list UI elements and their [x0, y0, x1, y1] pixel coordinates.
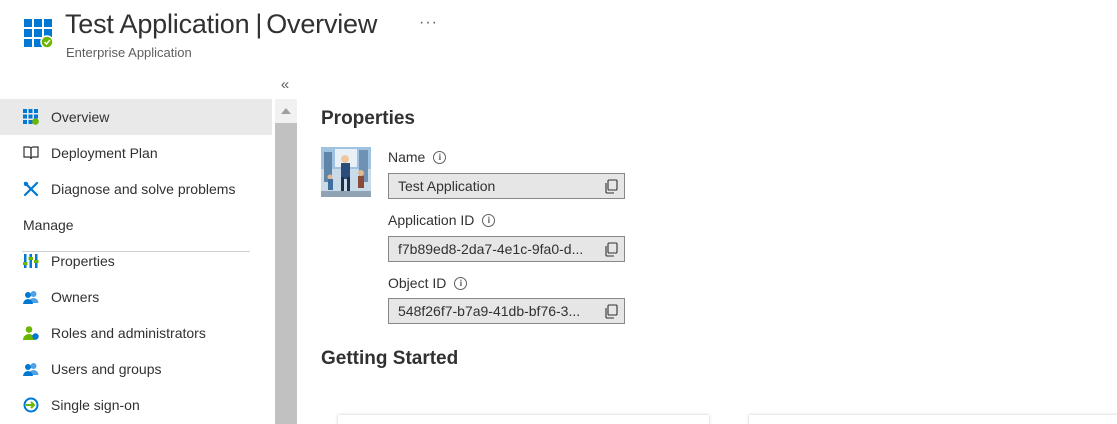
name-field[interactable]: Test Application: [388, 173, 625, 199]
name-label: Name i: [388, 149, 447, 165]
sidebar-item-label: Deployment Plan: [51, 145, 158, 161]
info-icon[interactable]: i: [433, 150, 447, 164]
app-name: Test Application: [65, 9, 250, 39]
sidebar-item-label: Users and groups: [51, 361, 162, 377]
users-groups-icon: [22, 360, 40, 378]
application-id-field[interactable]: f7b89ed8-2da7-4e1c-9fa0-d...: [388, 236, 625, 262]
field-label-text: Object ID: [388, 275, 447, 291]
page-title: Test Application | Overview: [65, 9, 377, 40]
object-id-label: Object ID i: [388, 275, 468, 291]
application-id-label: Application ID i: [388, 212, 496, 228]
getting-started-card[interactable]: [749, 415, 1117, 424]
sidebar-item-owners[interactable]: Owners: [0, 279, 272, 315]
sidebar-item-label: Single sign-on: [51, 397, 140, 413]
manage-section-header: Manage: [23, 217, 74, 233]
object-id-field[interactable]: 548f26f7-b7a9-41db-bf76-3...: [388, 298, 625, 324]
object-id-value: 548f26f7-b7a9-41db-bf76-3...: [398, 303, 581, 319]
section-name: Overview: [266, 9, 378, 39]
sidebar-item-label: Properties: [51, 253, 115, 269]
field-label-text: Application ID: [388, 212, 475, 228]
wrench-icon: [22, 180, 40, 198]
application-id-value: f7b89ed8-2da7-4e1c-9fa0-d...: [398, 241, 584, 257]
enterprise-app-icon: [24, 19, 54, 49]
sidebar-item-overview[interactable]: Overview: [0, 99, 272, 135]
application-logo: [321, 147, 371, 197]
book-icon: [22, 144, 40, 162]
main-content: Properties Name i Test Application Appli…: [297, 99, 1117, 424]
field-label-text: Name: [388, 149, 426, 165]
sidebar-item-diagnose[interactable]: Diagnose and solve problems: [0, 171, 272, 207]
sidebar-item-label: Overview: [51, 109, 110, 125]
roles-icon: [22, 324, 40, 342]
properties-heading: Properties: [321, 108, 415, 129]
sidebar-item-properties[interactable]: Properties: [0, 243, 272, 279]
enterprise-app-overview-page: Test Application | Overview ··· Enterprise…: [0, 0, 1117, 424]
sidebar-item-label: Roles and administrators: [51, 325, 206, 341]
sidebar-item-users-groups[interactable]: Users and groups: [0, 351, 272, 387]
sso-icon: [22, 396, 40, 414]
sidebar-item-deployment-plan[interactable]: Deployment Plan: [0, 135, 272, 171]
info-icon[interactable]: i: [454, 276, 468, 290]
copy-icon[interactable]: [604, 304, 618, 319]
owners-icon: [22, 288, 40, 306]
grid-app-icon: [22, 108, 40, 126]
page-subtitle: Enterprise Application: [66, 45, 192, 60]
sidebar-item-roles[interactable]: Roles and administrators: [0, 315, 272, 351]
name-value: Test Application: [398, 178, 496, 194]
copy-icon[interactable]: [604, 179, 618, 194]
collapse-sidebar-button[interactable]: «: [276, 76, 294, 94]
sidebar-item-sso[interactable]: Single sign-on: [0, 387, 272, 423]
scroll-up-arrow-icon[interactable]: [275, 99, 297, 123]
page-header: Test Application | Overview ··· Enterprise…: [0, 0, 1117, 72]
getting-started-card[interactable]: [338, 415, 709, 424]
sidebar: Overview Deployment Plan Diagnose and so…: [0, 99, 272, 424]
more-options-button[interactable]: ···: [419, 14, 438, 32]
sidebar-item-label: Owners: [51, 289, 100, 305]
title-separator: |: [255, 9, 263, 39]
sidebar-scrollbar[interactable]: [275, 99, 297, 424]
getting-started-heading: Getting Started: [321, 348, 459, 369]
scrollbar-thumb[interactable]: [275, 123, 297, 424]
info-icon[interactable]: i: [482, 213, 496, 227]
copy-icon[interactable]: [604, 242, 618, 257]
properties-icon: [22, 252, 40, 270]
sidebar-item-label: Diagnose and solve problems: [51, 181, 236, 197]
